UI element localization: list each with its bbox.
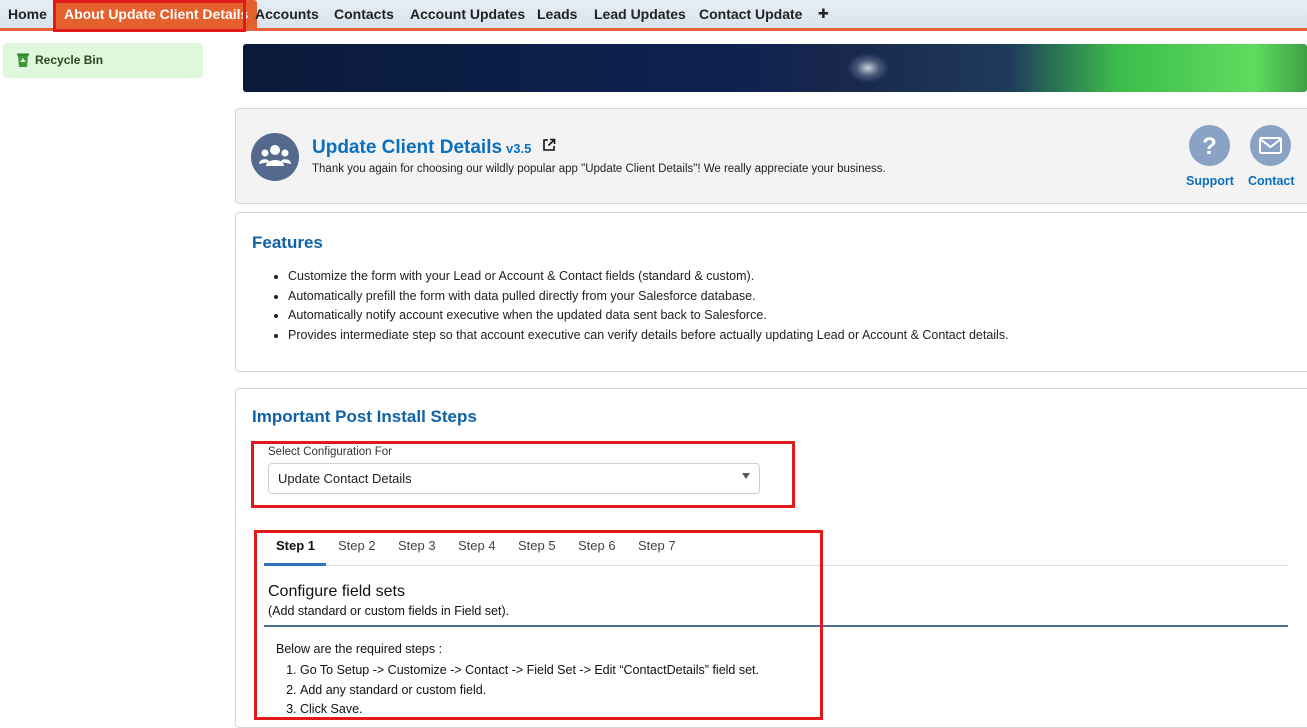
tab-step-4[interactable]: Step 4 (458, 538, 496, 553)
list-item: Click Save. (300, 700, 759, 720)
tab-leads[interactable]: Leads (537, 0, 577, 28)
svg-text:?: ? (1202, 133, 1217, 160)
tab-account-updates[interactable]: Account Updates (410, 0, 525, 28)
step-subtitle: (Add standard or custom fields in Field … (268, 604, 510, 618)
tab-about-update-client-details[interactable]: About Update Client Details (55, 0, 258, 28)
tab-contact-update[interactable]: Contact Update (699, 0, 802, 28)
tab-step-1[interactable]: Step 1 (276, 538, 315, 553)
tab-step-3[interactable]: Step 3 (398, 538, 436, 553)
step-tabs-divider (264, 565, 1288, 566)
add-tab-icon[interactable]: ✚ (818, 0, 829, 28)
app-title: Update Client Details v3.5 (312, 137, 556, 159)
select-configuration-label: Select Configuration For (268, 446, 393, 458)
tab-step-2[interactable]: Step 2 (338, 538, 376, 553)
external-link-icon[interactable] (542, 138, 556, 152)
features-list: Customize the form with your Lead or Acc… (252, 267, 1009, 345)
tab-step-7[interactable]: Step 7 (638, 538, 676, 553)
recycle-bin-link[interactable]: Recycle Bin (3, 43, 203, 78)
app-version: v3.5 (506, 141, 532, 156)
feature-item: Automatically prefill the form with data… (288, 287, 1009, 307)
app-description: Thank you again for choosing our wildly … (312, 163, 886, 175)
help-icon[interactable]: ? (1189, 125, 1230, 166)
feature-item: Automatically notify account executive w… (288, 306, 1009, 326)
step-title: Configure field sets (268, 583, 405, 600)
tab-bar: Home About Update Client Details Account… (0, 0, 1307, 31)
banner-glow (848, 54, 888, 82)
configuration-select[interactable]: Update Contact Details (268, 463, 760, 494)
app-banner (243, 44, 1307, 92)
list-item: Add any standard or custom field. (300, 681, 759, 701)
mail-icon[interactable] (1250, 125, 1291, 166)
steps-list: Go To Setup -> Customize -> Contact -> F… (276, 661, 759, 720)
contact-link[interactable]: Contact (1248, 174, 1295, 188)
features-panel: Features Customize the form with your Le… (235, 212, 1307, 372)
list-item: Go To Setup -> Customize -> Contact -> F… (300, 661, 759, 681)
feature-item: Provides intermediate step so that accou… (288, 326, 1009, 346)
tab-home[interactable]: Home (8, 0, 47, 28)
feature-item: Customize the form with your Lead or Acc… (288, 267, 1009, 287)
recycle-bin-label: Recycle Bin (35, 53, 104, 67)
users-icon (251, 133, 299, 181)
features-title: Features (252, 233, 323, 252)
app-header-panel: Update Client Details v3.5 Thank you agai… (235, 108, 1307, 204)
configuration-select-value: Update Contact Details (278, 471, 412, 486)
tab-contacts[interactable]: Contacts (334, 0, 394, 28)
chevron-down-icon (742, 473, 750, 479)
app-title-text: Update Client Details (312, 137, 503, 158)
tab-accounts[interactable]: Accounts (255, 0, 319, 28)
tab-lead-updates[interactable]: Lead Updates (594, 0, 686, 28)
active-step-indicator (264, 563, 326, 566)
step-divider (264, 625, 1288, 627)
steps-intro: Below are the required steps : (276, 642, 443, 656)
support-link[interactable]: Support (1186, 174, 1234, 188)
recycle-bin-icon (17, 53, 29, 67)
install-steps-title: Important Post Install Steps (252, 407, 477, 426)
tab-step-5[interactable]: Step 5 (518, 538, 556, 553)
install-steps-panel: Important Post Install Steps Select Conf… (235, 388, 1307, 728)
tab-step-6[interactable]: Step 6 (578, 538, 616, 553)
